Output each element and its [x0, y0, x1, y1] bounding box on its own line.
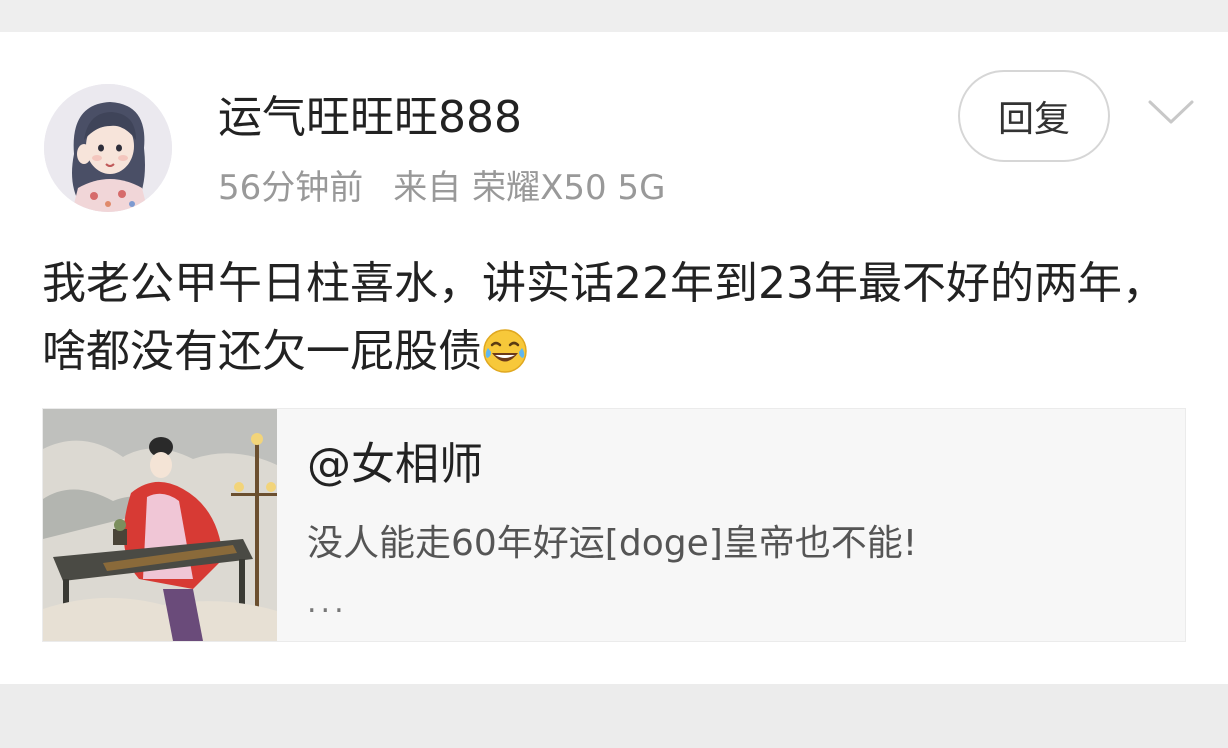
quoted-ellipsis: ... [307, 585, 348, 620]
user-avatar[interactable] [44, 84, 172, 212]
post-time: 56分钟前 [218, 168, 364, 208]
quote-illustration [43, 409, 277, 641]
post-meta: 56分钟前 来自 荣耀X50 5G [218, 166, 665, 210]
reply-button[interactable]: 回复 [958, 70, 1110, 162]
chevron-down-icon[interactable] [1146, 92, 1196, 132]
quoted-post-image [43, 409, 277, 641]
quoted-post[interactable]: @女相师 没人能走60年好运[doge]皇帝也不能! ... [42, 408, 1186, 642]
avatar-illustration [44, 84, 172, 212]
quoted-text: 没人能走60年好运[doge]皇帝也不能! [307, 523, 918, 564]
quoted-author[interactable]: @女相师 [307, 437, 483, 493]
bottom-separator [0, 684, 1228, 748]
post-text: 我老公甲午日柱喜水，讲实话22年到23年最不好的两年，啥都没有还欠一屁股债 [42, 250, 1192, 386]
top-separator [0, 0, 1228, 32]
username[interactable]: 运气旺旺旺888 [218, 92, 522, 144]
post-body: 我老公甲午日柱喜水，讲实话22年到23年最不好的两年，啥都没有还欠一屁股债 [42, 258, 1166, 377]
laughing-tears-emoji-icon [482, 326, 528, 373]
post-source: 来自 荣耀X50 5G [393, 168, 666, 208]
